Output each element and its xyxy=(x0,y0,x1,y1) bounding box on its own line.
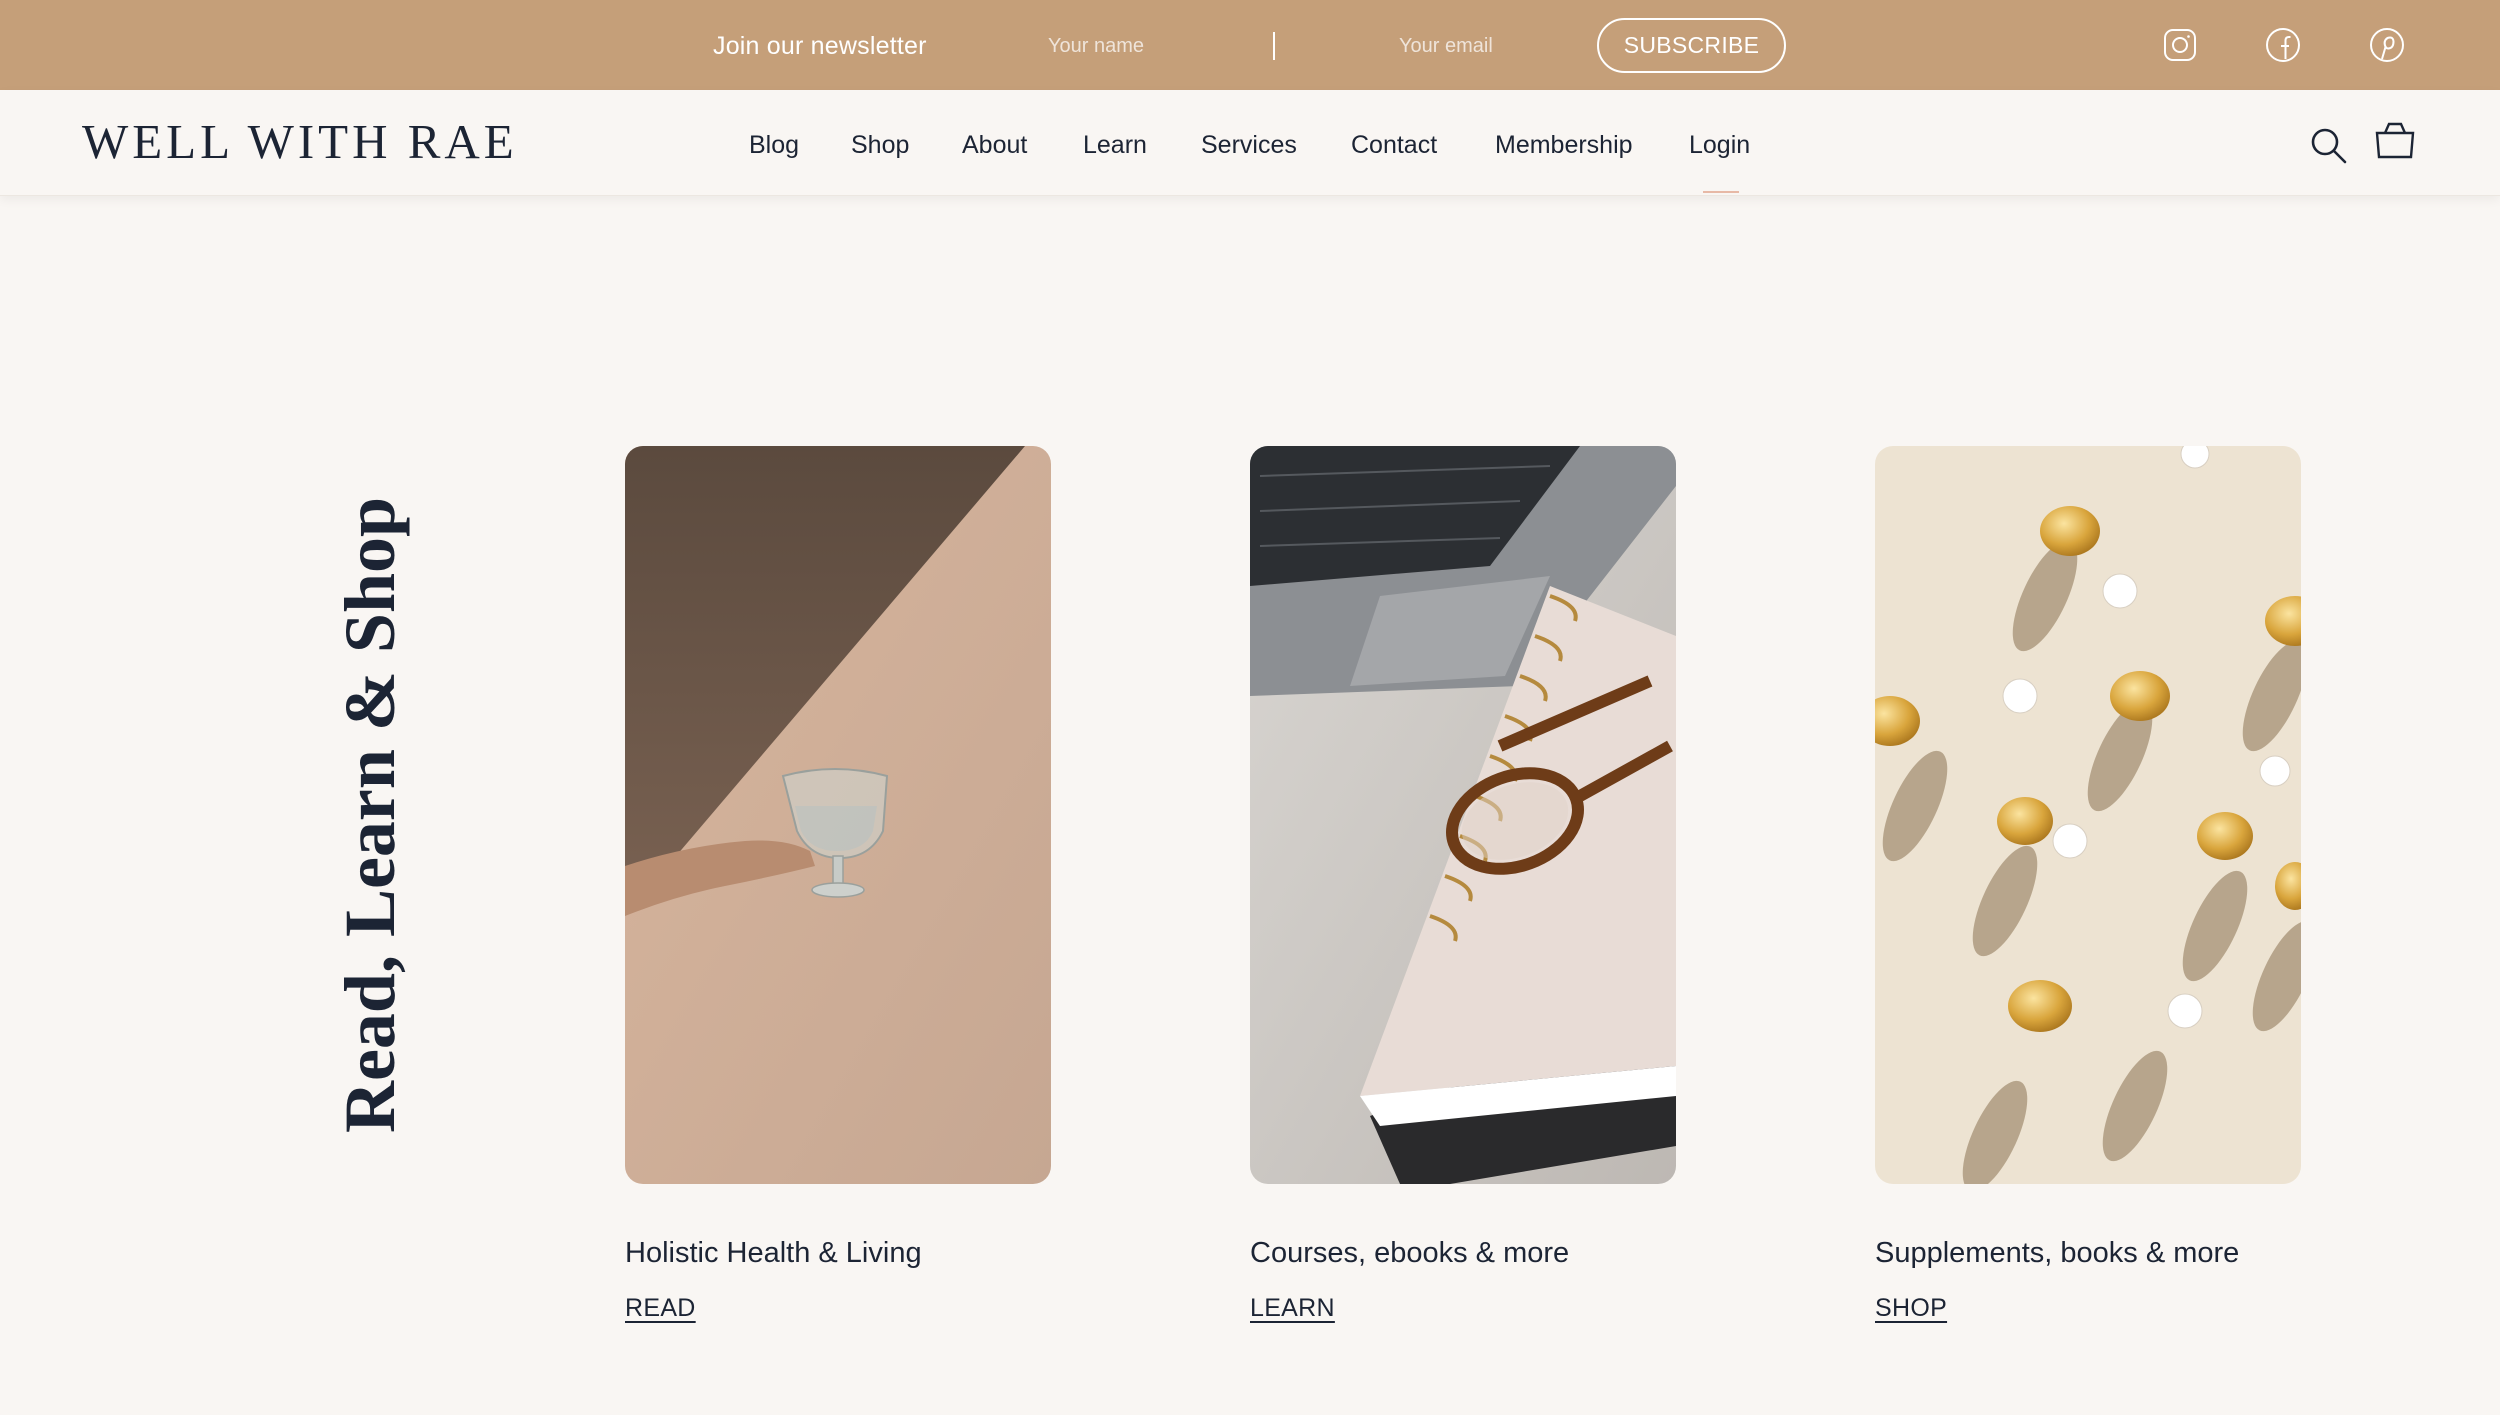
site-header: WELL WITH RAE Blog Shop About Learn Serv… xyxy=(0,90,2500,196)
newsletter-email-input[interactable] xyxy=(1399,26,1569,66)
nav-item-contact[interactable]: Contact xyxy=(1351,128,1437,162)
newsletter-name-input[interactable] xyxy=(1048,26,1258,66)
newsletter-divider xyxy=(1273,32,1275,60)
facebook-icon[interactable] xyxy=(2264,26,2302,64)
shopping-bag-icon[interactable] xyxy=(2374,120,2416,160)
card-image-notebook-glasses[interactable] xyxy=(1250,446,1676,1184)
nav-item-learn[interactable]: Learn xyxy=(1083,128,1147,162)
read-link[interactable]: READ xyxy=(625,1292,696,1324)
newsletter-title: Join our newsletter xyxy=(713,32,927,60)
card-image-water-glass[interactable] xyxy=(625,446,1051,1184)
nav-item-about[interactable]: About xyxy=(962,128,1027,162)
card-title: Supplements, books & more xyxy=(1875,1237,2240,1269)
section-title: Read, Learn & Shop xyxy=(330,496,410,1134)
category-card-read: Holistic Health & Living READ xyxy=(625,446,1051,1322)
category-card-learn: Courses, ebooks & more LEARN xyxy=(1250,446,1676,1322)
category-card-shop: Supplements, books & more SHOP xyxy=(1875,446,2301,1322)
card-image-supplements[interactable] xyxy=(1875,446,2301,1184)
pinterest-icon[interactable] xyxy=(2368,26,2406,64)
nav-item-shop[interactable]: Shop xyxy=(851,128,909,162)
subscribe-button[interactable]: SUBSCRIBE xyxy=(1597,18,1786,73)
search-icon[interactable] xyxy=(2308,125,2348,165)
learn-link[interactable]: LEARN xyxy=(1250,1292,1335,1324)
instagram-icon[interactable] xyxy=(2161,26,2199,64)
nav-item-membership[interactable]: Membership xyxy=(1495,128,1633,162)
nav-item-services[interactable]: Services xyxy=(1201,128,1297,162)
active-nav-indicator xyxy=(1703,191,1739,193)
shop-link[interactable]: SHOP xyxy=(1875,1292,1947,1324)
nav-item-login[interactable]: Login xyxy=(1689,128,1750,162)
newsletter-bar: Join our newsletter SUBSCRIBE xyxy=(0,0,2500,90)
nav-item-blog[interactable]: Blog xyxy=(749,128,799,162)
card-title: Courses, ebooks & more xyxy=(1250,1237,1570,1269)
main-nav: Blog Shop About Learn Services Contact M… xyxy=(0,128,2500,168)
card-title: Holistic Health & Living xyxy=(625,1237,922,1269)
